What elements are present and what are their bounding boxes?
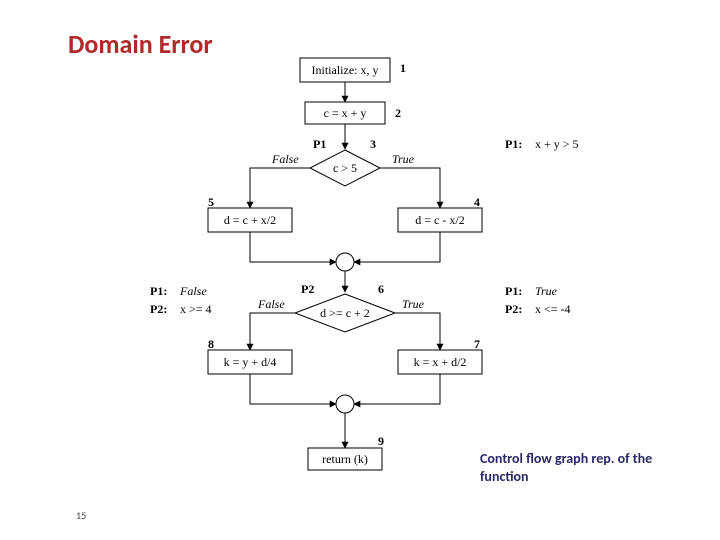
anno-left-p2: P2: xyxy=(150,302,167,316)
node-9-id: 9 xyxy=(378,434,384,448)
node-8-id: 8 xyxy=(208,337,214,351)
anno-right-p1: P1: xyxy=(505,284,522,298)
node-4-id: 4 xyxy=(474,195,480,209)
anno-left-p1-val: False xyxy=(179,284,207,298)
node-7-label: k = x + d/2 xyxy=(414,355,467,369)
anno-right-top-p1-expr: x + y > 5 xyxy=(535,137,579,151)
anno-right-p2: P2: xyxy=(505,302,522,316)
node-3-id: 3 xyxy=(370,137,376,151)
node-6-label: d >= c + 2 xyxy=(320,306,370,320)
predicate-p1-label: P1 xyxy=(313,137,326,151)
node-5-label: d = c + x/2 xyxy=(224,213,276,227)
node-7-id: 7 xyxy=(474,337,480,351)
flowchart-svg: Initialize: x, y 1 c = x + y 2 P1 3 c > … xyxy=(0,0,720,540)
node-2-id: 2 xyxy=(395,106,401,120)
node-2-label: c = x + y xyxy=(324,106,367,120)
merge-1-circle xyxy=(336,253,354,271)
anno-right-p1-val: True xyxy=(535,284,558,298)
predicate-p2-label: P2 xyxy=(301,282,314,296)
node-9-label: return (k) xyxy=(322,452,368,466)
node-8-label: k = y + d/4 xyxy=(224,355,277,369)
anno-right-p2-expr: x <= -4 xyxy=(535,302,571,316)
edge-3-4-label: True xyxy=(392,152,415,166)
anno-right-top-p1: P1: xyxy=(505,137,522,151)
anno-left-p1: P1: xyxy=(150,284,167,298)
node-5-id: 5 xyxy=(208,195,214,209)
anno-left-p2-expr: x >= 4 xyxy=(180,302,212,316)
node-6-id: 6 xyxy=(378,282,384,296)
node-4-label: d = c - x/2 xyxy=(415,213,464,227)
edge-3-5-label: False xyxy=(271,152,299,166)
merge-2-circle xyxy=(336,395,354,413)
edge-6-8-label: False xyxy=(257,297,285,311)
edge-6-7-label: True xyxy=(402,297,425,311)
node-1-id: 1 xyxy=(400,61,406,75)
node-1-label: Initialize: x, y xyxy=(312,63,379,77)
node-3-label: c > 5 xyxy=(333,161,357,175)
